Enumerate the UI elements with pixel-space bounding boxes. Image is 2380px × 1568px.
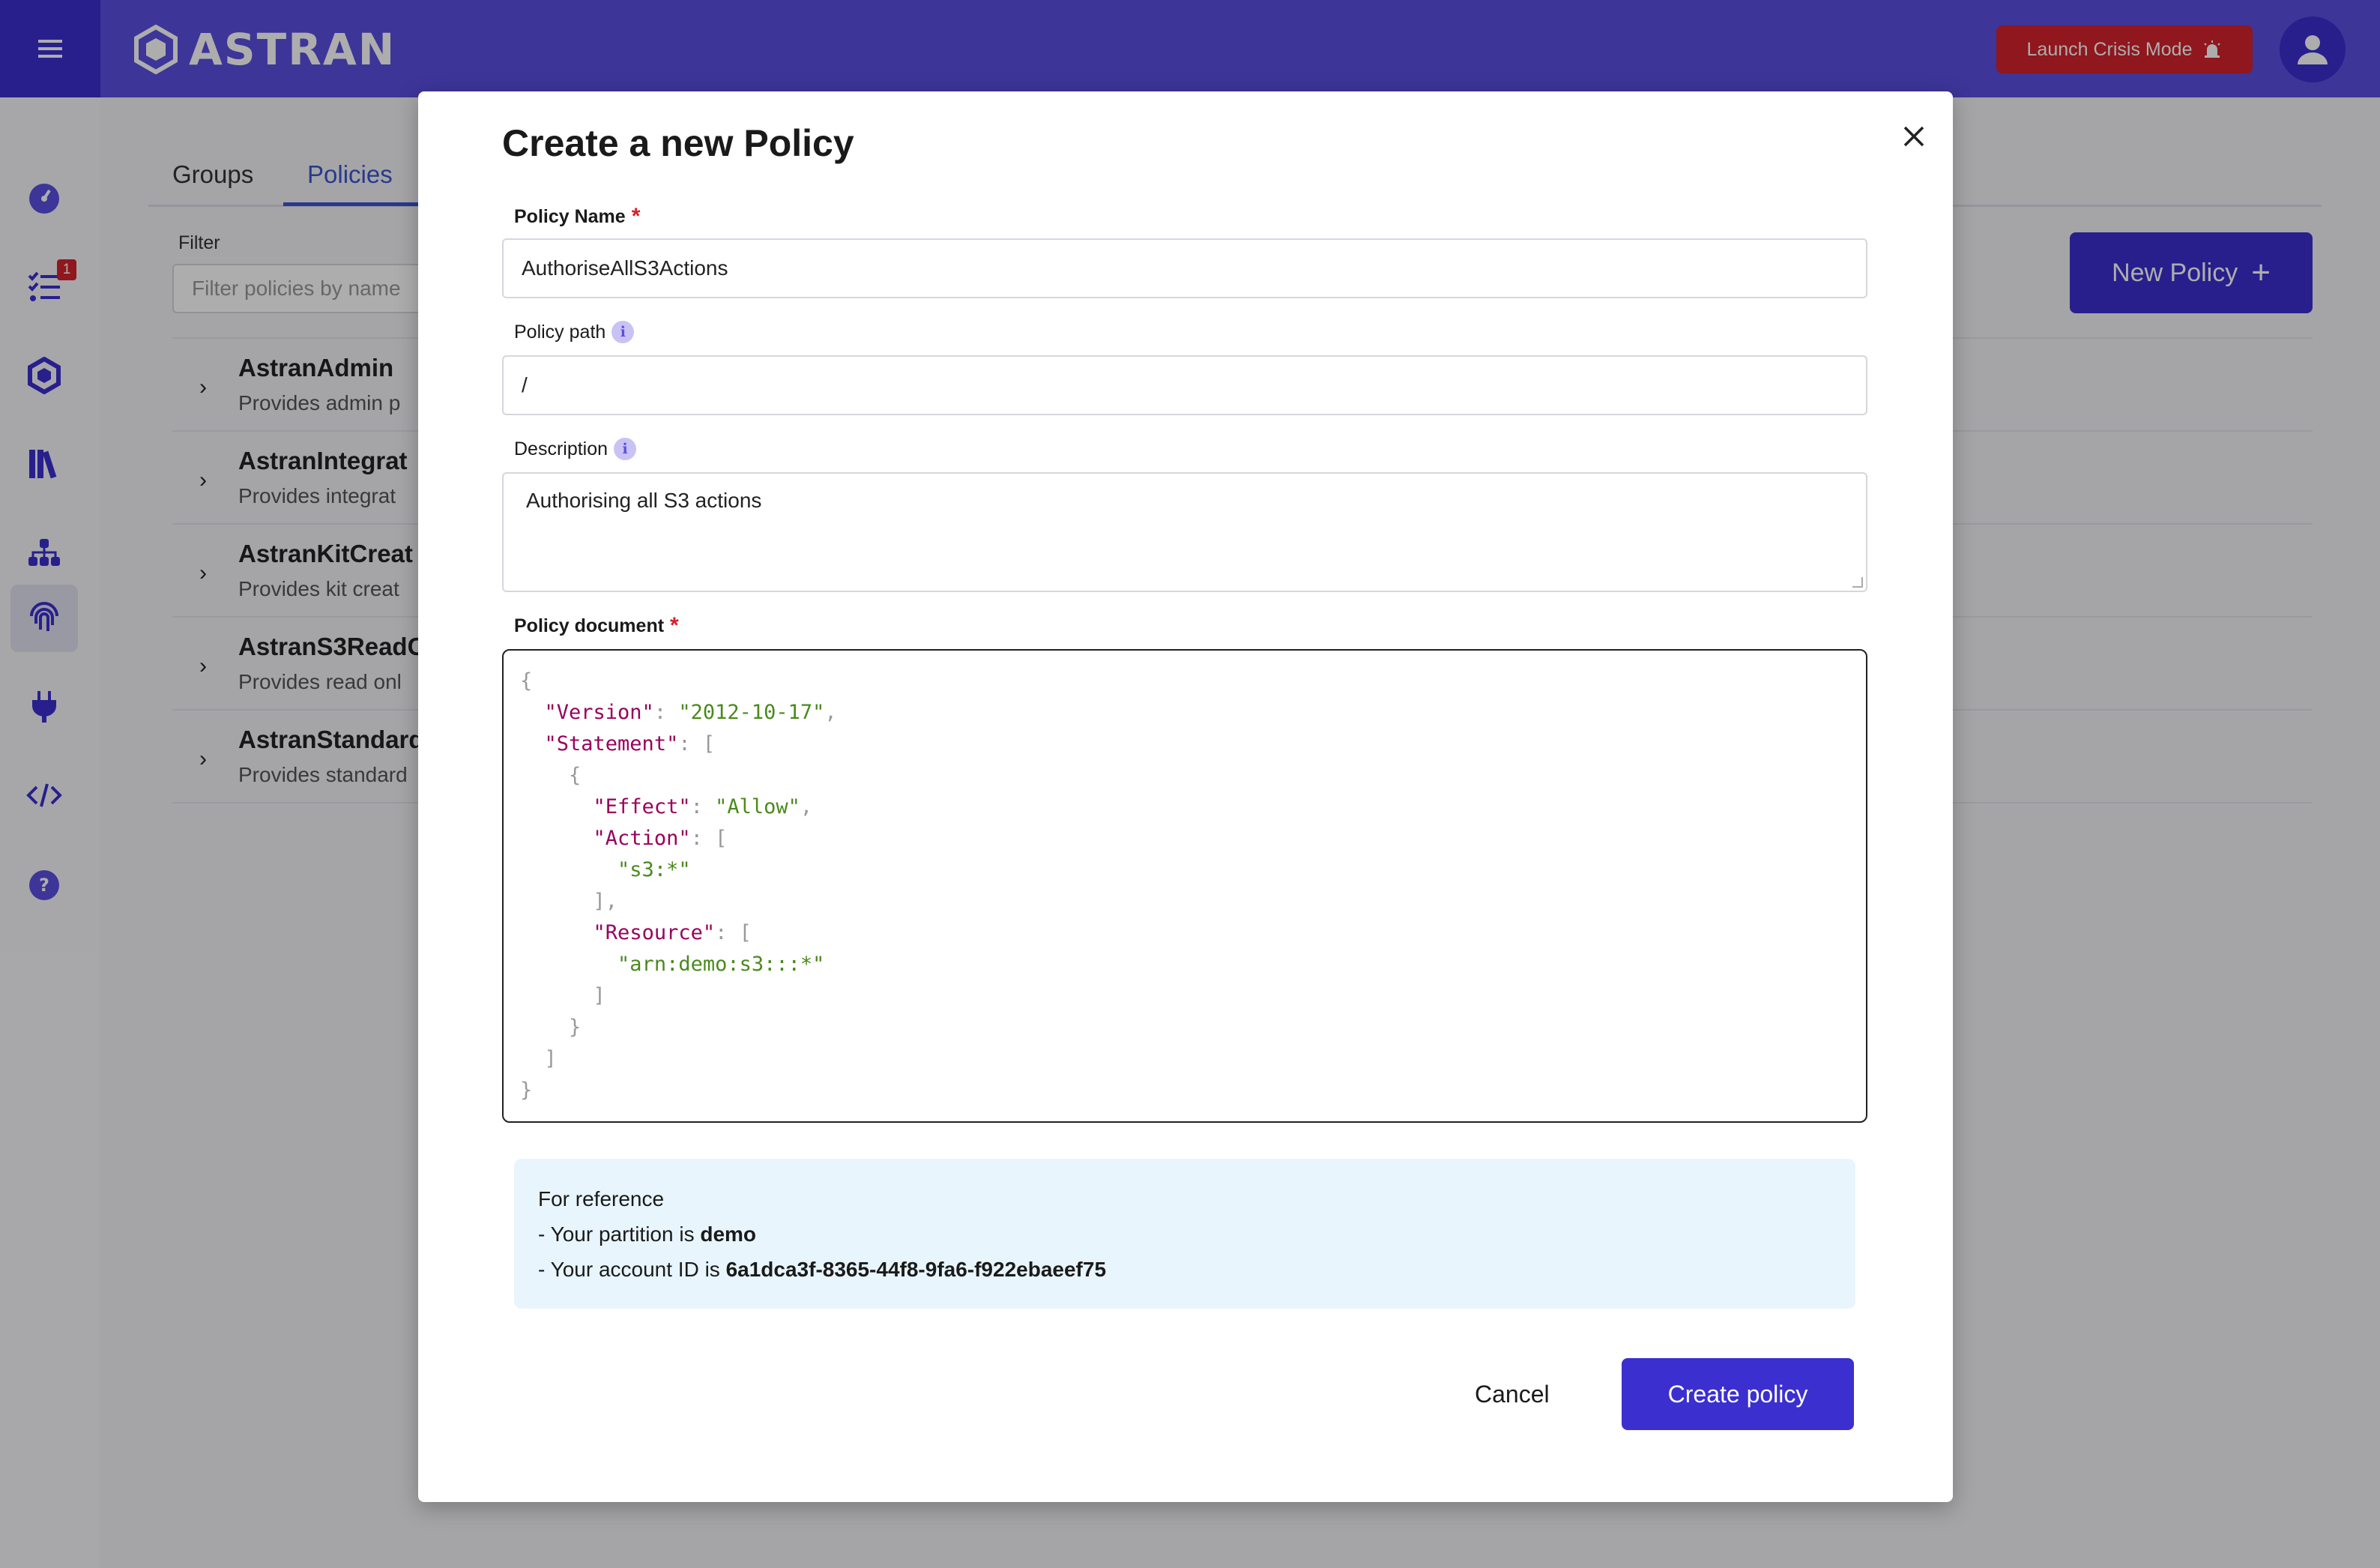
cancel-button[interactable]: Cancel xyxy=(1475,1358,1550,1430)
policy-name-label: Policy Name * xyxy=(514,204,640,229)
create-policy-button[interactable]: Create policy xyxy=(1622,1358,1854,1430)
reference-info-box: For reference - Your partition is demo -… xyxy=(514,1159,1855,1309)
reference-heading: For reference xyxy=(538,1187,665,1210)
policy-path-input[interactable]: / xyxy=(502,355,1867,415)
policy-path-label: Policy path i xyxy=(514,321,635,343)
info-icon[interactable]: i xyxy=(611,321,635,343)
info-icon[interactable]: i xyxy=(614,438,637,460)
policy-name-input[interactable]: AuthoriseAllS3Actions xyxy=(502,238,1867,298)
version-value: "2012-10-17" xyxy=(678,701,825,724)
policy-name-label-text: Policy Name xyxy=(514,205,626,227)
resource-value: "arn:demo:s3:::*" xyxy=(617,953,825,976)
resize-handle-icon[interactable] xyxy=(1852,577,1863,588)
description-textarea[interactable]: Authorising all S3 actions xyxy=(502,472,1867,592)
account-id-value: 6a1dca3f-8365-44f8-9fa6-f922ebaeef75 xyxy=(725,1258,1107,1281)
create-policy-modal: Create a new Policy Policy Name * Author… xyxy=(418,91,1953,1502)
modal-title: Create a new Policy xyxy=(502,122,854,164)
description-label: Description i xyxy=(514,438,637,460)
description-label-text: Description xyxy=(514,438,608,459)
close-icon xyxy=(1903,126,1924,147)
policy-document-label-text: Policy document xyxy=(514,615,665,636)
description-value: Authorising all S3 actions xyxy=(526,489,762,512)
policy-path-label-text: Policy path xyxy=(514,321,606,343)
policy-document-label: Policy document * xyxy=(514,613,679,639)
partition-value: demo xyxy=(700,1222,757,1246)
action-value: "s3:*" xyxy=(617,858,691,881)
account-id-line: - Your account ID is 6a1dca3f-8365-44f8-… xyxy=(538,1258,1107,1281)
close-button[interactable] xyxy=(1891,114,1936,159)
required-mark: * xyxy=(670,613,679,638)
partition-line: - Your partition is demo xyxy=(538,1222,757,1246)
policy-document-editor[interactable]: { "Version": "2012-10-17", "Statement": … xyxy=(502,649,1867,1123)
required-mark: * xyxy=(631,204,641,229)
effect-value: "Allow" xyxy=(715,795,800,818)
